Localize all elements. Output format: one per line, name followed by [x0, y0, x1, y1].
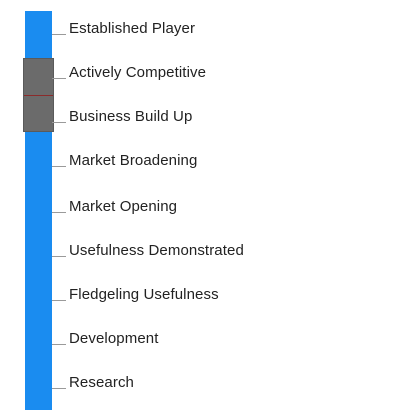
tick-mark — [52, 343, 66, 345]
stage-label: Business Build Up — [69, 107, 193, 125]
stage-item-research[interactable]: Research — [52, 370, 134, 394]
stage-label: Market Opening — [69, 197, 178, 215]
tick-mark — [52, 255, 66, 257]
stage-item-established-player[interactable]: Established Player — [52, 16, 195, 40]
tick-mark — [52, 121, 66, 123]
tick-mark — [52, 165, 66, 167]
stage-label: Actively Competitive — [69, 63, 207, 81]
tick-mark — [52, 33, 66, 35]
stage-label: Usefulness Demonstrated — [69, 241, 244, 259]
tick-mark — [52, 211, 66, 213]
tick-mark — [52, 299, 66, 301]
stage-item-business-build-up[interactable]: Business Build Up — [52, 104, 192, 128]
range-handle[interactable] — [23, 58, 54, 132]
stage-item-market-opening[interactable]: Market Opening — [52, 194, 177, 218]
tick-mark — [52, 387, 66, 389]
stage-label: Development — [69, 329, 159, 347]
stage-label: Established Player — [69, 19, 196, 37]
stage-label: Research — [69, 373, 134, 391]
stage-item-usefulness-demonstrated[interactable]: Usefulness Demonstrated — [52, 238, 244, 262]
stage-item-market-broadening[interactable]: Market Broadening — [52, 148, 197, 172]
maturity-range-slider: Established Player Actively Competitive … — [0, 0, 416, 419]
stage-item-development[interactable]: Development — [52, 326, 158, 350]
stage-label: Market Broadening — [69, 151, 198, 169]
range-handle-divider — [24, 95, 53, 96]
tick-mark — [52, 77, 66, 79]
stage-item-actively-competitive[interactable]: Actively Competitive — [52, 60, 206, 84]
stage-item-fledgeling-usefulness[interactable]: Fledgeling Usefulness — [52, 282, 219, 306]
stage-label: Fledgeling Usefulness — [69, 285, 219, 303]
